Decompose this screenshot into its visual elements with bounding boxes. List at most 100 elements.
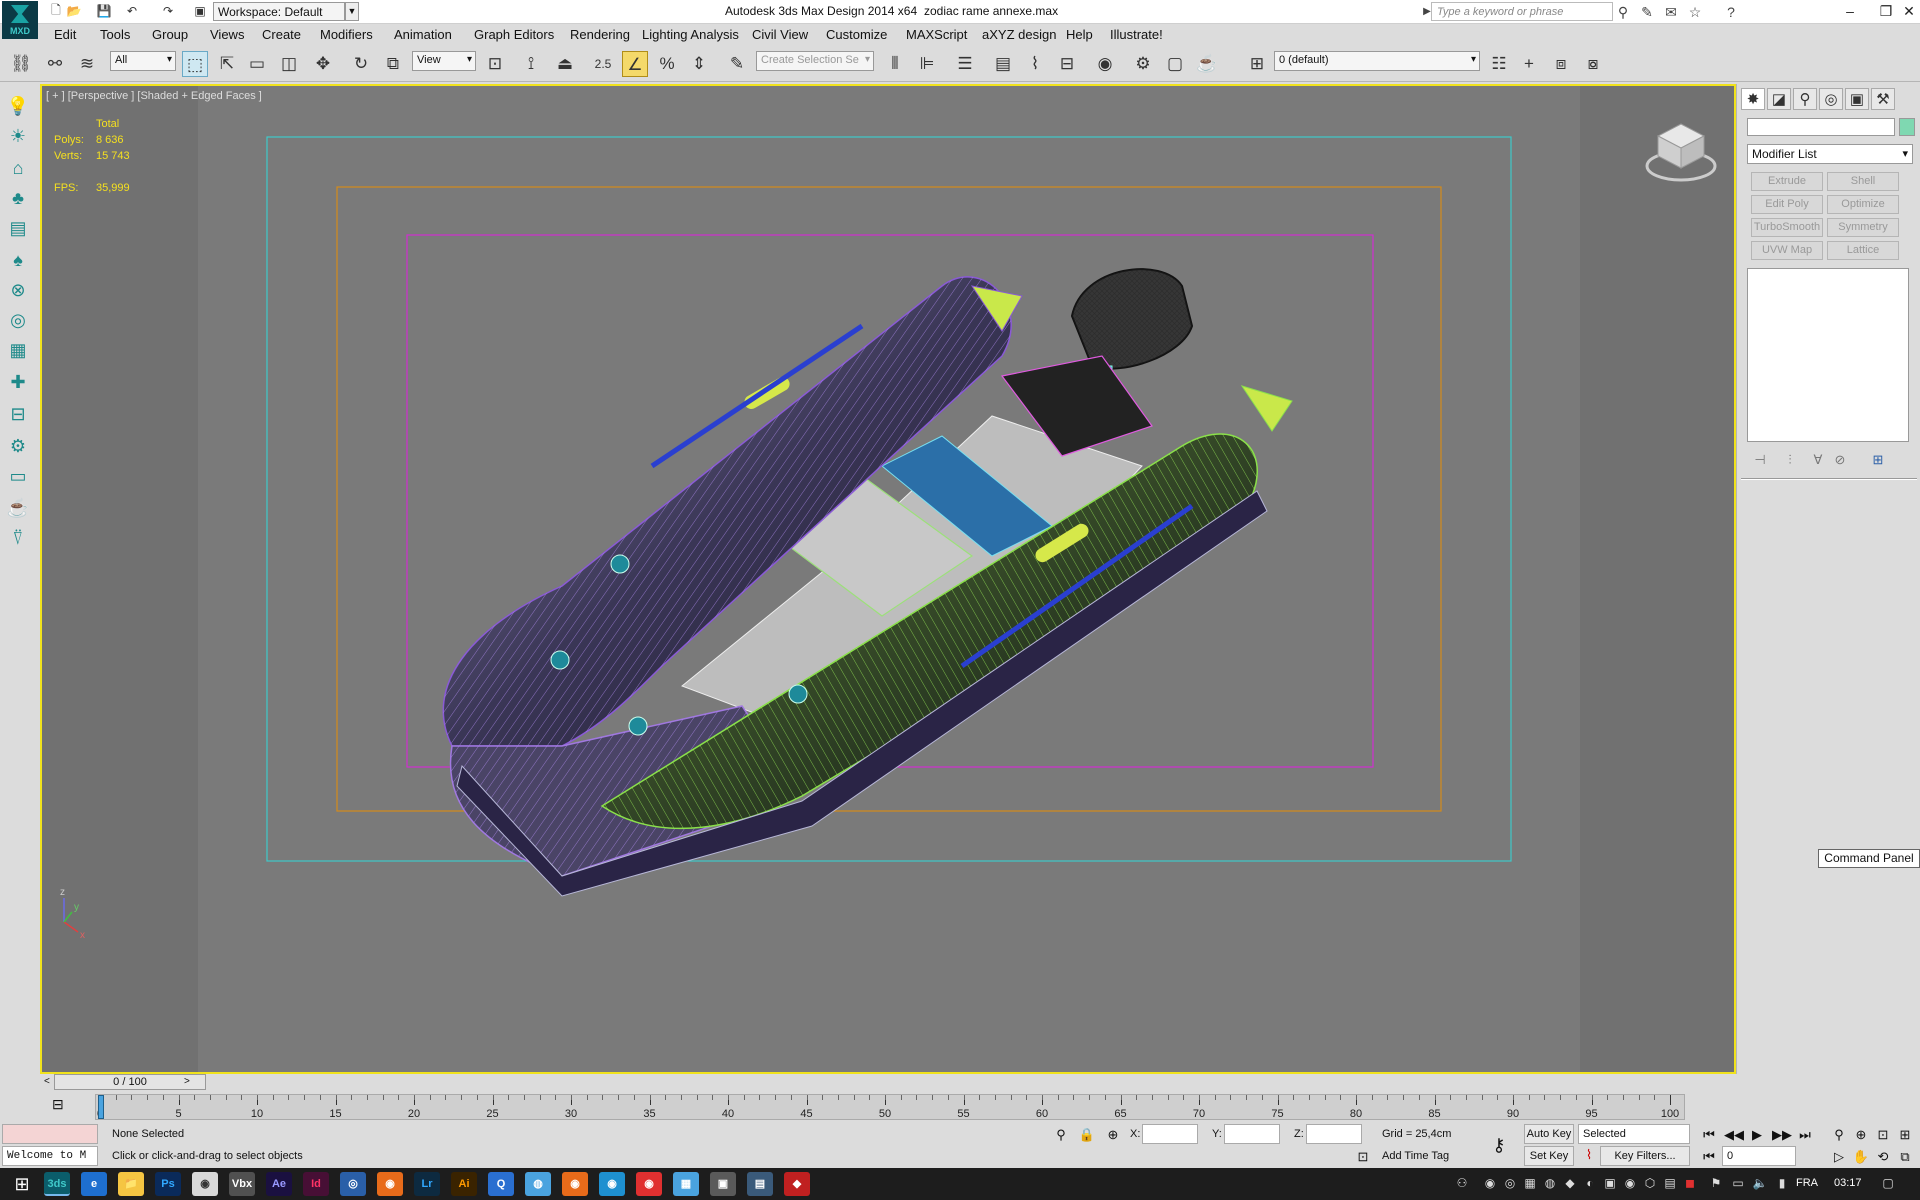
isolate-icon[interactable]: ⚲	[1052, 1126, 1070, 1144]
modifier-list-dropdown[interactable]: Modifier List	[1747, 144, 1913, 164]
spinner-snap-icon[interactable]: ⇕	[686, 51, 712, 77]
close-icon[interactable]: ✕	[1898, 0, 1920, 24]
taskbar-app-icon[interactable]: Ai	[451, 1172, 477, 1196]
tray-app-5-icon[interactable]: ◆	[1562, 1176, 1578, 1192]
select-move-icon[interactable]: ✥	[310, 51, 336, 77]
taskbar-app-icon[interactable]: ▣	[710, 1172, 736, 1196]
taskbar-app-icon[interactable]: Vbx	[229, 1172, 255, 1196]
taskbar-app-icon[interactable]: ◉	[562, 1172, 588, 1196]
save-icon[interactable]: 💾	[96, 3, 112, 19]
graphite-ribbon-icon[interactable]: ▤	[990, 51, 1016, 77]
taskbar-app-icon[interactable]: Q	[488, 1172, 514, 1196]
key-icon[interactable]: ⚷	[1490, 1136, 1508, 1154]
select-rotate-icon[interactable]: ↻	[348, 51, 374, 77]
menu-rendering[interactable]: Rendering	[570, 27, 630, 42]
reference-coordinate-dropdown[interactable]: View	[412, 51, 476, 71]
snaps-toggle[interactable]: 2.5	[590, 51, 616, 77]
menu-illustrate[interactable]: Illustrate!	[1110, 27, 1163, 42]
taskbar-app-icon[interactable]: Ae	[266, 1172, 292, 1196]
redo-icon[interactable]: ↷	[160, 3, 176, 19]
go-to-start-icon[interactable]: ⏮	[1700, 1126, 1718, 1144]
go-to-end-icon[interactable]: ⏭	[1796, 1126, 1814, 1144]
object-color-swatch[interactable]	[1899, 118, 1915, 136]
make-unique-icon[interactable]: ∀	[1807, 452, 1829, 470]
zoom-all-icon[interactable]: ⊕	[1852, 1126, 1870, 1144]
menu-help[interactable]: Help	[1066, 27, 1093, 42]
taskbar-app-icon[interactable]: Ps	[155, 1172, 181, 1196]
taskbar-clock[interactable]: 03:17	[1834, 1177, 1862, 1189]
material-editor-icon[interactable]: ◉	[1092, 51, 1118, 77]
taskbar-app-icon[interactable]: 3ds	[44, 1172, 70, 1196]
adobe-tray-icon[interactable]: ◼	[1682, 1176, 1698, 1192]
menu-edit[interactable]: Edit	[54, 27, 76, 42]
stern-cone-right[interactable]	[1240, 385, 1293, 432]
help-icon[interactable]: ?	[1722, 3, 1740, 21]
add-time-tag[interactable]: Add Time Tag	[1382, 1150, 1449, 1162]
tray-app-9-icon[interactable]: ⬡	[1642, 1176, 1658, 1192]
shell-button[interactable]: Shell	[1827, 172, 1899, 191]
rectangular-selection-icon[interactable]: ▭	[244, 51, 270, 77]
z-coordinate-field[interactable]	[1306, 1124, 1362, 1144]
object-icon[interactable]: ⊗	[6, 278, 30, 302]
selection-filter-dropdown[interactable]: All	[110, 51, 176, 71]
mini-curve-editor-icon[interactable]: ⊟	[52, 1096, 64, 1113]
current-layer-dropdown[interactable]: 0 (default)	[1274, 51, 1480, 71]
zoom-extents-icon[interactable]: ⊡	[1874, 1126, 1892, 1144]
favorites-star-icon[interactable]: ☆	[1686, 3, 1704, 21]
volume-icon[interactable]: 🔈	[1752, 1176, 1768, 1192]
turbosmooth-button[interactable]: TurboSmooth	[1751, 218, 1823, 237]
taskbar-app-icon[interactable]: 📁	[118, 1172, 144, 1196]
teapot-icon[interactable]: ☕	[6, 496, 30, 520]
menu-graph-editors[interactable]: Graph Editors	[474, 27, 554, 42]
show-end-result-icon[interactable]: ⫶	[1779, 452, 1801, 470]
pin-stack-icon[interactable]: ⊣	[1749, 452, 1771, 470]
tray-app-icon[interactable]: ◉	[1482, 1176, 1498, 1192]
track-ruler[interactable]: 0510152025303540455055606570758085909510…	[95, 1094, 1685, 1120]
mirror-icon[interactable]: ⫴	[882, 51, 908, 77]
sphere-icon[interactable]: ◎	[6, 308, 30, 332]
zoom-extents-all-icon[interactable]: ⊞	[1896, 1126, 1914, 1144]
taskbar-app-icon[interactable]: ▤	[747, 1172, 773, 1196]
menu-animation[interactable]: Animation	[394, 27, 452, 42]
sun-icon[interactable]: ☀	[6, 124, 30, 148]
menu-axyz-design[interactable]: aXYZ design	[982, 27, 1056, 42]
render-setup-icon[interactable]: ⚙	[1130, 51, 1156, 77]
menu-customize[interactable]: Customize	[826, 27, 887, 42]
current-frame-marker[interactable]	[98, 1095, 104, 1119]
schematic-view-icon[interactable]: ⊟	[1054, 51, 1080, 77]
set-current-layer-icon[interactable]: ⧇	[1580, 51, 1606, 77]
bind-spacewarp-icon[interactable]: ≋	[74, 51, 100, 77]
menu-modifiers[interactable]: Modifiers	[320, 27, 373, 42]
tray-app-7-icon[interactable]: ▣	[1602, 1176, 1618, 1192]
render-production-icon[interactable]: ☕	[1194, 51, 1220, 77]
layers-icon[interactable]: ▤	[6, 216, 30, 240]
render-frame-icon[interactable]: ⊟	[6, 402, 30, 426]
taskbar-app-icon[interactable]: ◉	[599, 1172, 625, 1196]
taskbar-app-icon[interactable]: ◆	[784, 1172, 810, 1196]
tray-app-6-icon[interactable]: ◐	[1582, 1176, 1598, 1192]
time-tag-icon[interactable]: ⊡	[1354, 1148, 1372, 1166]
taskbar-app-icon[interactable]: ◉	[377, 1172, 403, 1196]
optimize-button[interactable]: Optimize	[1827, 195, 1899, 214]
viewport-icon[interactable]: ▭	[6, 464, 30, 488]
bulb-settings-icon[interactable]: ⍢	[6, 526, 30, 550]
valve-4[interactable]	[788, 684, 808, 704]
motion-tab-icon[interactable]: ◎	[1819, 88, 1843, 110]
x-coordinate-field[interactable]	[1142, 1124, 1198, 1144]
select-object-icon[interactable]: ⬚	[182, 51, 208, 77]
viewcube-icon[interactable]	[1642, 116, 1720, 186]
key-mode-toggle-icon[interactable]: ⏮	[1700, 1148, 1718, 1166]
named-selection-set-dropdown[interactable]: Create Selection Se	[756, 51, 874, 71]
minimize-icon[interactable]: –	[1830, 0, 1870, 24]
lock-selection-icon[interactable]: 🔒	[1078, 1126, 1096, 1144]
utilities-tab-icon[interactable]: ⚒	[1871, 88, 1895, 110]
new-file-icon[interactable]: 🗋	[48, 3, 64, 19]
tree-icon[interactable]: ♠	[6, 248, 30, 272]
y-coordinate-field[interactable]	[1224, 1124, 1280, 1144]
taskbar-app-icon[interactable]: Lr	[414, 1172, 440, 1196]
layer-toolbar-icon[interactable]: ⊞	[1244, 51, 1270, 77]
taskbar-app-icon[interactable]: ◎	[340, 1172, 366, 1196]
menu-civil-view[interactable]: Civil View	[752, 27, 808, 42]
uvw-map-button[interactable]: UVW Map	[1751, 241, 1823, 260]
taskbar-app-icon[interactable]: e	[81, 1172, 107, 1196]
